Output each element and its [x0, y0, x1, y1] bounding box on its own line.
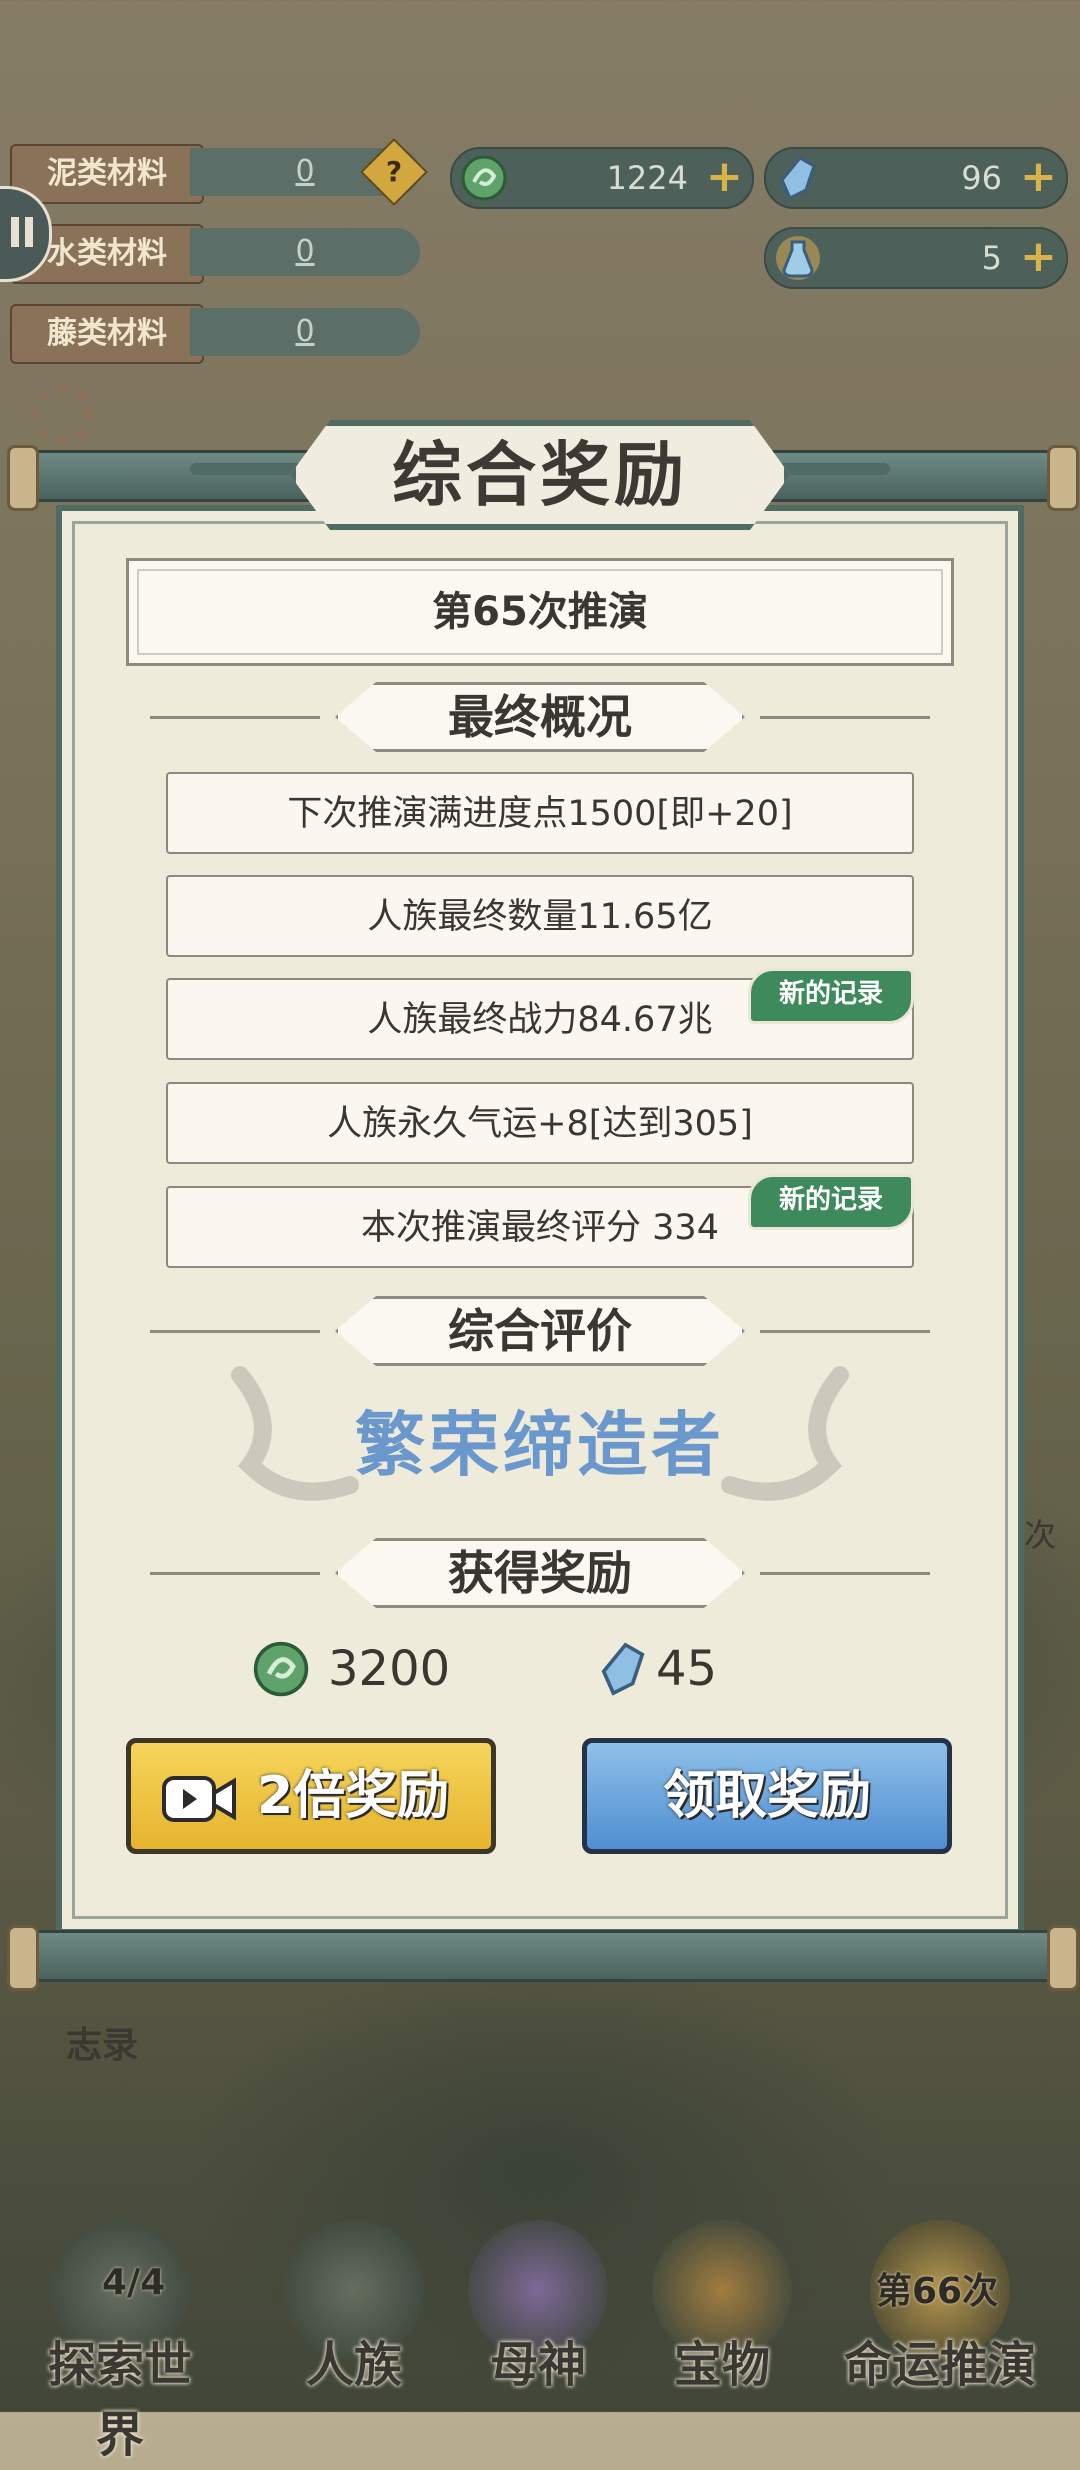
add-potion-plus-icon[interactable]: +: [1020, 235, 1057, 279]
material-value[interactable]: 0: [190, 228, 420, 276]
scroll-bottom-rod: [7, 1925, 1079, 1991]
potion-flask-icon: [776, 236, 820, 280]
dialog-title: 综合奖励: [392, 434, 688, 516]
material-value[interactable]: 0: [190, 308, 420, 356]
nav-label: 探索世界: [47, 2337, 192, 2463]
nav-mother-god[interactable]: 母神: [448, 2220, 628, 2400]
crystal-value: 96: [961, 159, 1002, 197]
reward-crystal: 45: [594, 1636, 754, 1702]
fate-count: 第66次: [876, 2271, 999, 2312]
potion-resource[interactable]: 5 +: [764, 227, 1068, 289]
nav-treasure[interactable]: 宝物: [632, 2220, 812, 2400]
add-crystal-plus-icon[interactable]: +: [1020, 155, 1057, 199]
jade-coin-icon: [253, 1641, 309, 1697]
stat-next-progress: 下次推演满进度点1500[即+20]: [166, 772, 914, 854]
section-final-overview: 最终概况: [150, 682, 930, 752]
side-label-ci: 次: [1024, 1516, 1057, 1554]
side-label-zhilu: 志录: [66, 2025, 139, 2066]
material-row-vine: 藤类材料 0: [0, 304, 420, 364]
crystal-icon: [780, 156, 816, 201]
section-title: 综合评价: [448, 1304, 632, 1358]
reward-coin-amount: 3200: [328, 1641, 451, 1697]
explore-count: 4/4: [102, 2262, 166, 2303]
section-rewards: 获得奖励: [150, 1538, 930, 1608]
nav-people[interactable]: 人族: [264, 2220, 444, 2400]
potion-value: 5: [981, 239, 1002, 277]
round-number: 第65次推演: [126, 558, 954, 666]
nav-label: 人族: [305, 2337, 402, 2393]
material-row-mud: 泥类材料 0 ?: [0, 138, 428, 206]
jade-coin-icon: [461, 155, 507, 201]
coin-value: 1224: [606, 159, 688, 197]
stat-population: 人族最终数量11.65亿: [166, 875, 914, 957]
nav-label: 宝物: [673, 2337, 770, 2393]
video-camera-icon: [162, 1776, 236, 1822]
add-coin-plus-icon[interactable]: +: [706, 155, 743, 199]
material-row-water: 水类材料 0: [0, 224, 420, 284]
coin-resource[interactable]: 1224 +: [450, 147, 754, 209]
reward-coin: 3200: [252, 1636, 472, 1702]
material-label: 泥类材料: [10, 144, 204, 204]
crystal-resource[interactable]: 96 +: [764, 147, 1068, 209]
section-title: 获得奖励: [448, 1546, 632, 1600]
settings-gear-icon[interactable]: [30, 382, 94, 446]
nav-label: 命运推演: [843, 2337, 1036, 2393]
claim-reward-button[interactable]: 领取奖励: [582, 1738, 952, 1854]
section-title: 最终概况: [448, 690, 632, 744]
nav-explore-world[interactable]: 探索世界: [30, 2220, 210, 2463]
nav-label: 母神: [489, 2337, 586, 2393]
material-label: 藤类材料: [10, 304, 204, 364]
evaluation-grade: 繁荣缔造者: [355, 1404, 725, 1486]
stat-fortune: 人族永久气运+8[达到305]: [166, 1082, 914, 1164]
new-record-badge: 新的记录: [748, 968, 914, 1024]
double-reward-label: 2倍奖励: [257, 1766, 450, 1826]
crystal-icon: [601, 1642, 645, 1696]
new-record-badge: 新的记录: [748, 1174, 914, 1230]
section-evaluation: 综合评价: [150, 1296, 930, 1366]
reward-crystal-amount: 45: [656, 1641, 718, 1697]
double-reward-button[interactable]: 2倍奖励: [126, 1738, 496, 1854]
